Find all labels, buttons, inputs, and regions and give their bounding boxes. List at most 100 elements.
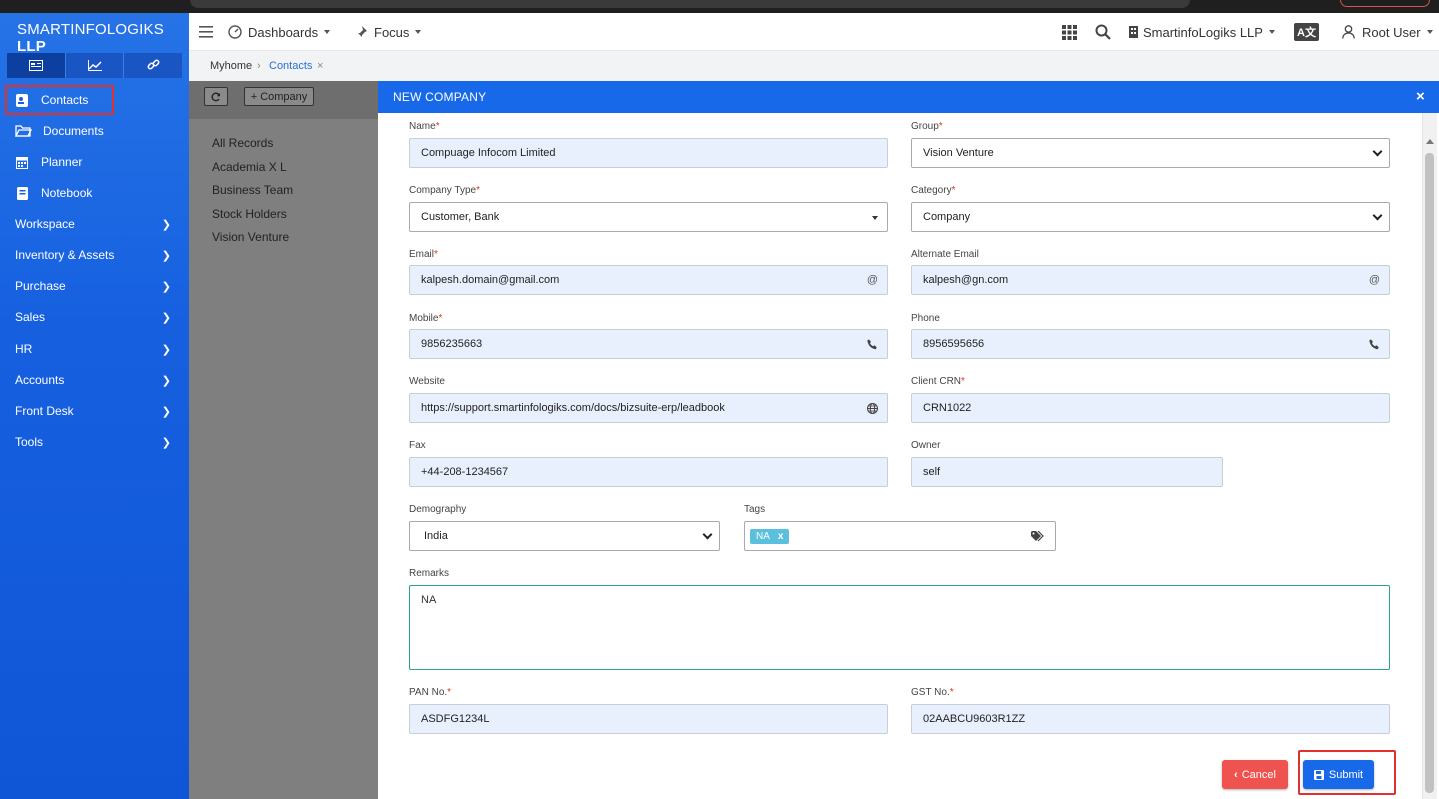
owner-field[interactable]: self bbox=[911, 457, 1223, 487]
tags-label: Tags bbox=[744, 504, 766, 515]
focus-menu[interactable]: Focus bbox=[354, 13, 422, 51]
browser-url-bar bbox=[190, 0, 1190, 8]
modal-scrollbar-thumb[interactable] bbox=[1425, 153, 1434, 793]
browser-top-strip bbox=[0, 0, 1439, 13]
modal-title: NEW COMPANY bbox=[393, 90, 487, 104]
refresh-icon bbox=[211, 92, 221, 101]
chevron-left-icon: ‹ bbox=[1234, 768, 1238, 781]
website-field[interactable]: https://support.smartinfologiks.com/docs… bbox=[409, 393, 888, 423]
chevron-right-icon: ❯ bbox=[161, 311, 171, 324]
tag-remove-icon[interactable]: x bbox=[778, 531, 784, 542]
mobile-label: Mobile* bbox=[409, 313, 443, 324]
card-icon bbox=[28, 60, 43, 71]
chart-icon bbox=[87, 60, 102, 71]
company-type-label: Company Type* bbox=[409, 185, 480, 196]
group-label: Group* bbox=[911, 121, 943, 132]
building-icon bbox=[1129, 26, 1138, 38]
owner-label: Owner bbox=[911, 440, 941, 451]
caret-down-icon bbox=[872, 216, 878, 220]
sidebar-item-hr[interactable]: HR ❯ bbox=[0, 334, 189, 364]
add-company-button[interactable]: + Company bbox=[244, 87, 314, 106]
alternate-email-field[interactable]: kalpesh@gn.com @ bbox=[911, 265, 1390, 295]
sidebar-item-purchase[interactable]: Purchase ❯ bbox=[0, 271, 189, 301]
phone-label: Phone bbox=[911, 313, 940, 324]
breadcrumb-contacts-tab[interactable]: Contacts bbox=[269, 60, 312, 72]
contacts-highlight-box bbox=[5, 85, 114, 115]
hamburger-menu-icon[interactable] bbox=[199, 13, 213, 51]
chevron-right-icon: ❯ bbox=[161, 405, 171, 418]
alternate-email-label: Alternate Email bbox=[911, 249, 979, 260]
top-navbar: Dashboards Focus SmartinfoLogiks LLP A文 … bbox=[189, 13, 1439, 51]
browser-button bbox=[1340, 0, 1430, 7]
tags-icon bbox=[1031, 530, 1046, 542]
remarks-textarea[interactable]: NA bbox=[409, 585, 1390, 670]
sidebar: SMARTINFOLOGIKS LLP Contacts Documents P… bbox=[0, 13, 189, 799]
modal-close-icon[interactable]: × bbox=[1416, 88, 1425, 105]
phone-field[interactable]: 8956595656 bbox=[911, 329, 1390, 359]
company-type-multiselect[interactable]: Customer, Bank bbox=[409, 202, 888, 232]
chevron-down-icon bbox=[702, 529, 713, 540]
sidebar-tab-charts[interactable] bbox=[66, 53, 125, 78]
sidebar-item-tools[interactable]: Tools ❯ bbox=[0, 427, 189, 457]
breadcrumb-home[interactable]: Myhome bbox=[210, 60, 252, 72]
link-icon bbox=[147, 59, 160, 70]
sidebar-item-accounts[interactable]: Accounts ❯ bbox=[0, 365, 189, 395]
sidebar-item-workspace[interactable]: Workspace ❯ bbox=[0, 209, 189, 239]
sidebar-tab-links[interactable] bbox=[124, 53, 182, 78]
pan-label: PAN No.* bbox=[409, 687, 452, 698]
contacts-group-panel: + Company All Records Academia X L Busin… bbox=[189, 81, 379, 799]
sidebar-item-documents[interactable]: Documents bbox=[0, 116, 189, 146]
sidebar-item-front-desk[interactable]: Front Desk ❯ bbox=[0, 396, 189, 426]
dashboard-gauge-icon bbox=[228, 25, 242, 39]
dashboards-menu[interactable]: Dashboards bbox=[228, 13, 331, 51]
user-icon bbox=[1342, 25, 1355, 39]
group-item[interactable]: Vision Venture bbox=[212, 230, 289, 244]
group-item[interactable]: Business Team bbox=[212, 183, 293, 197]
globe-icon bbox=[867, 402, 878, 414]
at-sign-icon: @ bbox=[1368, 274, 1380, 286]
chevron-down-icon bbox=[1372, 210, 1383, 221]
tags-input[interactable]: NA x bbox=[744, 521, 1056, 551]
search-icon[interactable] bbox=[1095, 13, 1111, 51]
pan-field[interactable]: ASDFG1234L bbox=[409, 704, 888, 734]
name-label: Name* bbox=[409, 121, 440, 132]
email-field[interactable]: kalpesh.domain@gmail.com @ bbox=[409, 265, 888, 295]
user-menu[interactable]: Root User bbox=[1342, 13, 1433, 51]
group-item[interactable]: All Records bbox=[212, 136, 273, 150]
cancel-button[interactable]: ‹ Cancel bbox=[1222, 760, 1288, 789]
chevron-down-icon bbox=[1372, 146, 1383, 157]
folder-icon bbox=[15, 124, 32, 138]
demography-label: Demography bbox=[409, 504, 467, 515]
chevron-right-icon: ❯ bbox=[161, 280, 171, 293]
organization-menu[interactable]: SmartinfoLogiks LLP bbox=[1129, 13, 1275, 51]
group-select[interactable]: Vision Venture bbox=[911, 138, 1390, 168]
phone-icon bbox=[1369, 339, 1380, 350]
group-item[interactable]: Academia X L bbox=[212, 160, 287, 174]
fax-field[interactable]: +44-208-1234567 bbox=[409, 457, 888, 487]
category-select[interactable]: Company bbox=[911, 202, 1390, 232]
language-translate-icon[interactable]: A文 bbox=[1294, 13, 1319, 51]
name-field[interactable]: Compuage Infocom Limited bbox=[409, 138, 888, 168]
demography-select[interactable]: India bbox=[409, 521, 720, 551]
pin-icon bbox=[356, 26, 367, 39]
client-crn-field[interactable]: CRN1022 bbox=[911, 393, 1390, 423]
sidebar-item-sales[interactable]: Sales ❯ bbox=[0, 302, 189, 332]
at-sign-icon: @ bbox=[866, 274, 878, 286]
sidebar-item-planner[interactable]: Planner bbox=[0, 147, 189, 177]
breadcrumb-close-icon[interactable]: × bbox=[317, 60, 323, 72]
mobile-field[interactable]: 9856235663 bbox=[409, 329, 888, 359]
gst-field[interactable]: 02AABCU9603R1ZZ bbox=[911, 704, 1390, 734]
refresh-button[interactable] bbox=[204, 87, 228, 106]
brand-logo: SMARTINFOLOGIKS LLP bbox=[17, 21, 164, 55]
group-item[interactable]: Stock Holders bbox=[212, 207, 287, 221]
apps-grid-icon[interactable] bbox=[1062, 13, 1077, 51]
category-label: Category* bbox=[911, 185, 956, 196]
new-company-modal: NEW COMPANY × bbox=[378, 81, 1439, 799]
scroll-up-arrow-icon[interactable] bbox=[1426, 139, 1434, 144]
modal-header: NEW COMPANY × bbox=[378, 81, 1439, 113]
breadcrumb: Myhome › Contacts × bbox=[189, 51, 1439, 81]
sidebar-item-notebook[interactable]: Notebook bbox=[0, 178, 189, 208]
sidebar-tab-records[interactable] bbox=[7, 53, 66, 78]
sidebar-tabs bbox=[7, 53, 182, 78]
sidebar-item-inventory[interactable]: Inventory & Assets ❯ bbox=[0, 240, 189, 270]
